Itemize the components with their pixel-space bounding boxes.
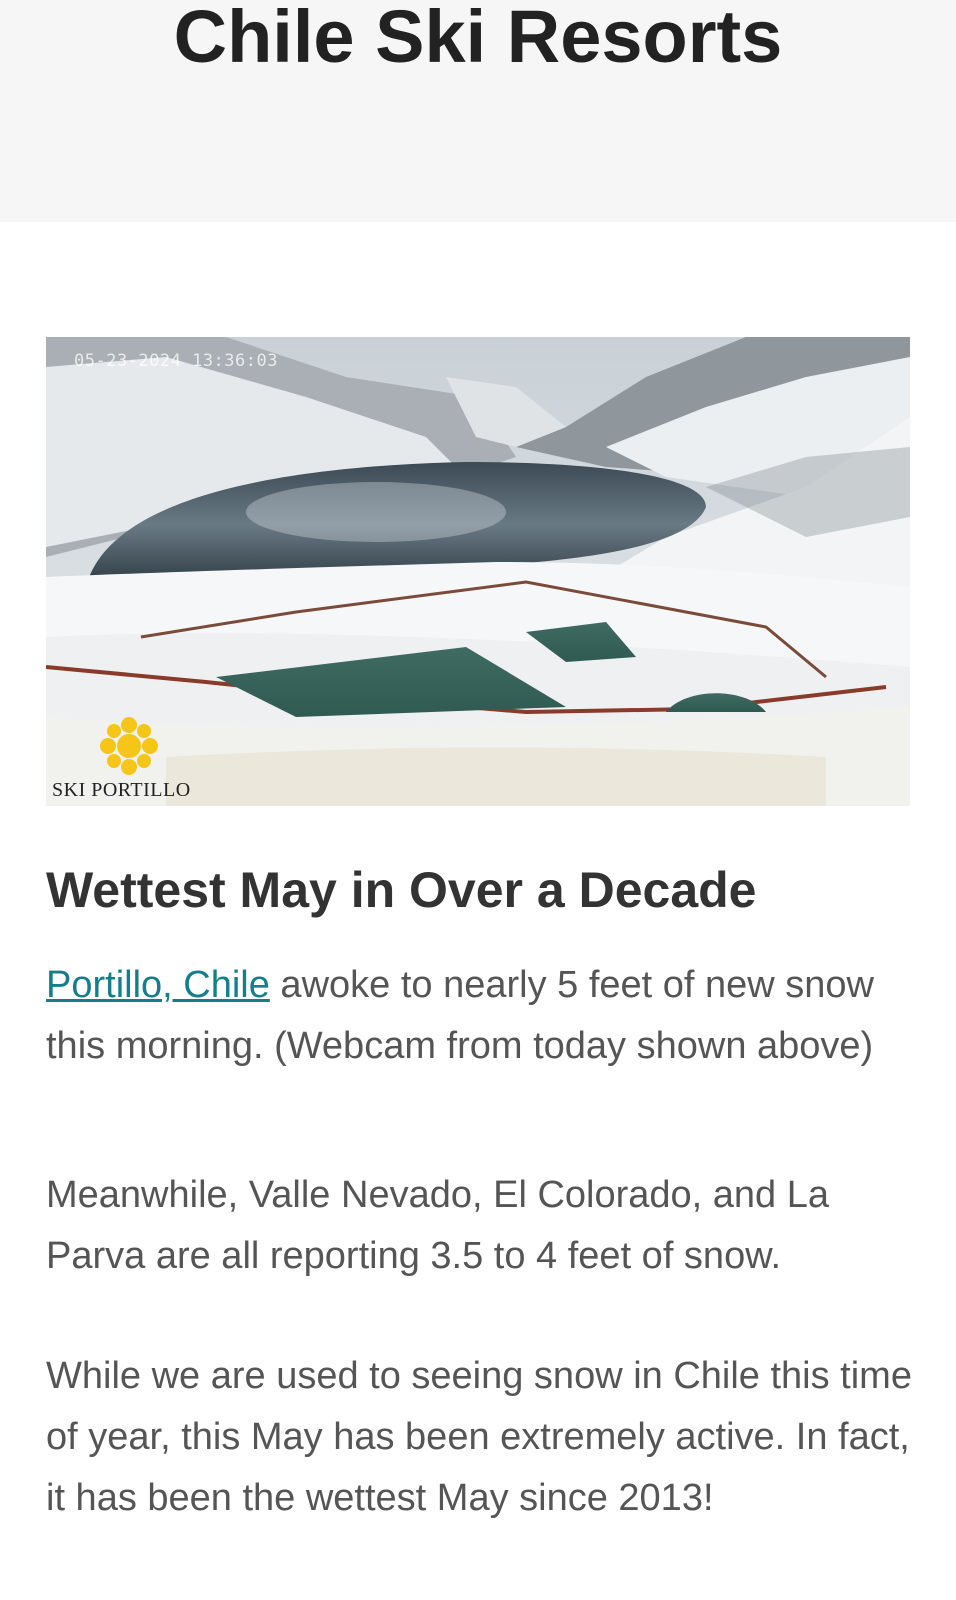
article-paragraph-3: While we are used to seeing snow in Chil…	[46, 1355, 912, 1519]
article-paragraph-2: Meanwhile, Valle Nevado, El Colorado, an…	[46, 1174, 829, 1277]
article-title: Wettest May in Over a Decade	[46, 862, 757, 918]
sun-logo-icon	[100, 717, 158, 775]
article-paragraph-1: Portillo, Chile awoke to nearly 5 feet o…	[46, 955, 916, 1077]
portillo-chile-link[interactable]: Portillo, Chile	[46, 964, 270, 1006]
site-title[interactable]: Chile Ski Resorts	[0, 0, 956, 78]
ski-portillo-logo-text: SKI PORTILLO	[52, 779, 191, 801]
webcam-timestamp: 05-23-2024 13:36:03	[74, 351, 278, 371]
webcam-scene	[46, 337, 910, 806]
site-header: Chile Ski Resorts	[0, 0, 956, 222]
webcam-image: 05-23-2024 13:36:03 SKI PORTILLO	[46, 337, 910, 806]
